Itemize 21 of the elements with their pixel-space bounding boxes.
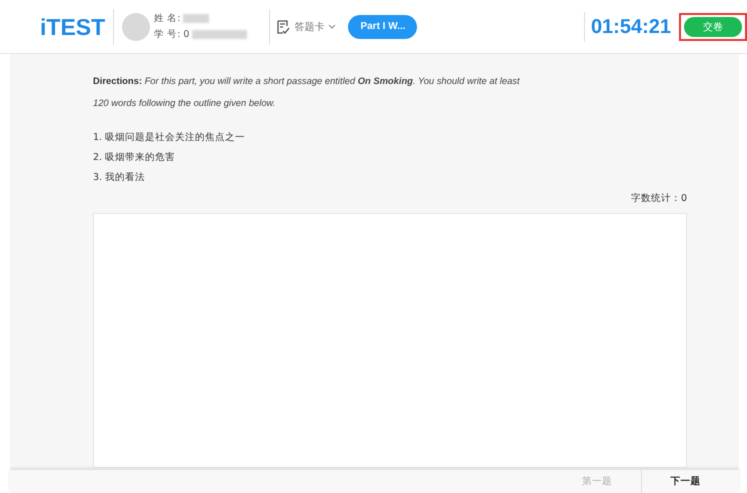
outline-item: 1. 吸烟问题是社会关注的焦点之一 xyxy=(93,131,246,145)
timer: 01:54:21 xyxy=(584,12,671,42)
submit-button[interactable]: 交卷 xyxy=(684,16,742,36)
answer-card-link[interactable]: 答题卡 xyxy=(294,20,324,34)
answer-card-icon[interactable] xyxy=(276,20,290,34)
blurred-value xyxy=(183,14,210,23)
outline-item: 2. 吸烟带来的危害 xyxy=(93,151,176,165)
word-count-value: 0 xyxy=(680,193,687,204)
next-button[interactable]: 下一题 xyxy=(641,470,729,493)
outline-item: 3. 我的看法 xyxy=(93,171,146,185)
logo: iTEST xyxy=(40,8,114,44)
directions-text: Directions: For this part, you will write a short passage entitled On Smoking. You should write at least 120 words following the outline given below. xyxy=(93,74,521,110)
avatar-icon xyxy=(122,12,150,40)
part-button[interactable]: Part I W... xyxy=(348,14,418,38)
id-value: 0 xyxy=(183,29,190,40)
answer-field[interactable] xyxy=(93,213,687,468)
chevron-down-icon[interactable] xyxy=(328,24,336,30)
blurred-value xyxy=(192,30,248,39)
id-label: 学 号: xyxy=(154,28,180,41)
name-label: 姓 名: xyxy=(154,12,180,25)
word-count-label: 字数统计： xyxy=(630,193,681,204)
